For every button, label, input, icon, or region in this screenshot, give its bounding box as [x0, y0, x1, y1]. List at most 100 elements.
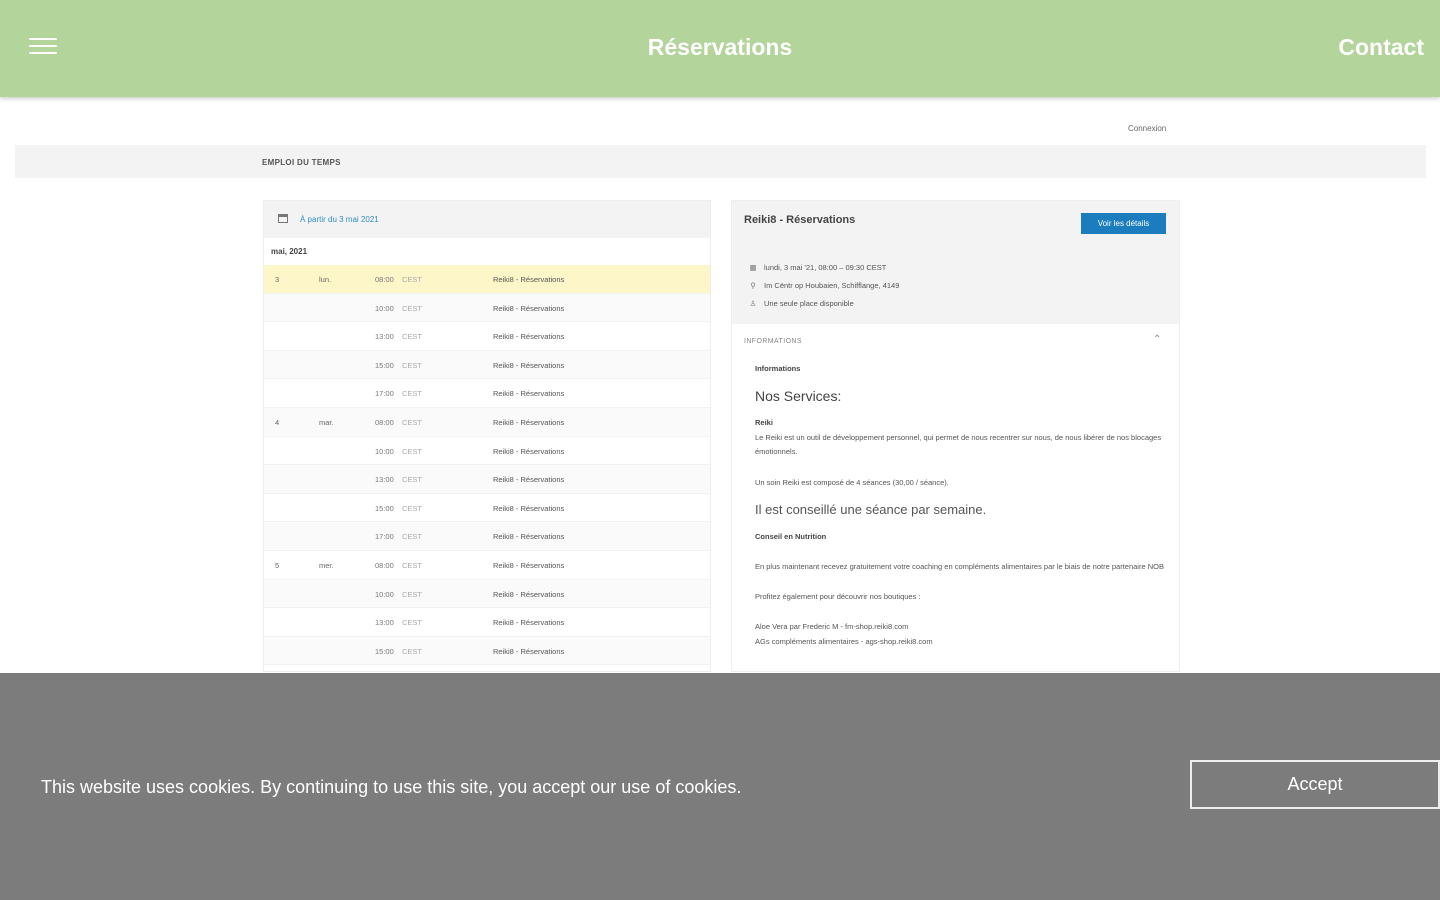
row-timezone: CEST: [402, 332, 423, 342]
accept-cookies-button[interactable]: Accept: [1190, 760, 1440, 809]
app-header: Réservations Contact: [0, 0, 1440, 97]
row-time: 15:00: [375, 360, 394, 370]
row-timezone: CEST: [402, 303, 423, 313]
soin-text: Un soin Reiki est composé de 4 séances (…: [755, 478, 949, 487]
page-title: Réservations: [647, 34, 793, 60]
row-timezone-wrap: CEST: [399, 332, 422, 341]
row-time: 17:00: [375, 389, 394, 399]
schedule-row[interactable]: 15:00 CEST Reiki8 - Réservations: [264, 350, 710, 380]
schedule-row[interactable]: 10:00 CEST Reiki8 - Réservations: [264, 437, 710, 466]
row-timezone-wrap: CEST: [399, 504, 422, 513]
row-time: 13:00: [375, 475, 394, 485]
row-weekday: mer.: [319, 560, 334, 570]
row-timezone-wrap: CEST: [399, 304, 422, 313]
schedule-row[interactable]: 15:00 CEST Reiki8 - Réservations: [264, 636, 710, 666]
row-time: 15:00: [375, 646, 394, 656]
schedule-row[interactable]: 13:00 CEST Reiki8 - Réservations: [264, 608, 710, 637]
contact-link[interactable]: Contact: [1338, 34, 1424, 61]
row-timezone-wrap: CEST: [399, 361, 422, 370]
schedule-list: 3 lun. 08:00 CEST Reiki8 - Réservations 10:00…: [264, 265, 710, 666]
row-event: Reiki8 - Réservations: [493, 646, 565, 656]
event-datetime: ▦ lundi, 3 mai '21, 08:00 – 09:30 CEST: [749, 263, 887, 272]
row-event: Reiki8 - Réservations: [493, 503, 565, 513]
aloe-shop-link[interactable]: Aloe Vera par Frederic M - fm-shop.reiki…: [755, 620, 1165, 634]
row-timezone: CEST: [402, 589, 423, 599]
row-timezone: CEST: [402, 646, 423, 656]
row-timezone: CEST: [402, 618, 423, 628]
event-detail-header: Reiki8 - Réservations Voir les détails ▦…: [732, 201, 1179, 324]
schedule-row[interactable]: 4 mar. 08:00 CEST Reiki8 - Réservations: [264, 407, 710, 437]
ags-shop-link[interactable]: AGs compléments alimentaires - ags-shop.…: [755, 635, 1165, 649]
row-timezone: CEST: [402, 503, 423, 513]
row-timezone: CEST: [402, 532, 423, 542]
schedule-row[interactable]: 17:00 CEST Reiki8 - Réservations: [264, 522, 710, 551]
schedule-row[interactable]: 13:00 CEST Reiki8 - Réservations: [264, 322, 710, 351]
row-time: 08:00: [375, 275, 394, 284]
view-details-button[interactable]: Voir les détails: [1081, 213, 1166, 234]
row-time: 08:00: [375, 560, 394, 570]
login-link[interactable]: Connexion: [1128, 124, 1166, 133]
reiki-text: Le Reiki est un outil de développement p…: [755, 433, 1162, 456]
row-time: 13:00: [375, 618, 394, 628]
row-time: 10:00: [375, 303, 394, 313]
schedule-panel: À partir du 3 mai 2021 mai, 2021 3 lun. 08…: [263, 200, 711, 672]
row-time: 10:00: [375, 446, 394, 456]
row-timezone-wrap: CEST: [399, 532, 422, 541]
row-event: Reiki8 - Réservations: [493, 332, 565, 342]
row-day: 4: [275, 417, 280, 427]
accordion-label[interactable]: INFORMATIONS: [744, 338, 802, 345]
row-timezone-wrap: CEST: [399, 618, 422, 627]
event-detail-panel: Reiki8 - Réservations Voir les détails ▦…: [731, 200, 1180, 672]
row-weekday: mar.: [319, 417, 334, 427]
schedule-header: À partir du 3 mai 2021: [264, 201, 710, 238]
schedule-row[interactable]: 13:00 CEST Reiki8 - Réservations: [264, 465, 710, 494]
nutrition-label: Conseil en Nutrition: [755, 532, 827, 541]
row-timezone-wrap: CEST: [399, 647, 422, 656]
schedule-row[interactable]: 5 mer. 08:00 CEST Reiki8 - Réservations: [264, 551, 710, 580]
row-event: Reiki8 - Réservations: [493, 417, 565, 427]
section-bar: EMPLOI DU TEMPS: [15, 145, 1426, 178]
row-timezone-wrap: CEST: [399, 590, 422, 599]
row-event: Reiki8 - Réservations: [493, 360, 565, 370]
schedule-row[interactable]: 10:00 CEST Reiki8 - Réservations: [264, 293, 710, 323]
schedule-row[interactable]: 17:00 CEST Reiki8 - Réservations: [264, 379, 710, 408]
row-event: Reiki8 - Réservations: [493, 532, 565, 542]
cookie-message: This website uses cookies. By continuing…: [41, 777, 742, 797]
row-event: Reiki8 - Réservations: [493, 475, 565, 485]
row-timezone-wrap: CEST: [399, 561, 422, 570]
row-event: Reiki8 - Réservations: [493, 589, 565, 599]
schedule-row[interactable]: 10:00 CEST Reiki8 - Réservations: [264, 579, 710, 609]
row-event: Reiki8 - Réservations: [493, 446, 565, 456]
calendar-icon: [278, 214, 288, 223]
schedule-row[interactable]: 15:00 CEST Reiki8 - Réservations: [264, 494, 710, 523]
calendar-icon: ▦: [749, 263, 757, 272]
event-availability: ♙ Une seule place disponible: [749, 299, 854, 308]
row-timezone-wrap: CEST: [399, 475, 422, 484]
advice-text: Il est conseillé une séance par semaine.: [755, 502, 987, 517]
month-label: mai, 2021: [271, 247, 308, 256]
row-timezone-wrap: CEST: [399, 418, 422, 427]
info-heading: Informations: [755, 364, 801, 373]
row-timezone: CEST: [402, 275, 423, 284]
row-weekday: lun.: [319, 275, 332, 284]
row-timezone: CEST: [402, 360, 423, 370]
reiki-label: Reiki: [755, 418, 773, 427]
nutrition-text: En plus maintenant recevez gratuitement …: [755, 562, 1164, 571]
cookie-banner: This website uses cookies. By continuing…: [0, 673, 1440, 900]
row-timezone: CEST: [402, 475, 423, 485]
row-time: 17:00: [375, 532, 394, 542]
row-event: Reiki8 - Réservations: [493, 275, 565, 284]
event-title: Reiki8 - Réservations: [744, 214, 856, 226]
row-timezone-wrap: CEST: [399, 447, 422, 456]
location-pin-icon: ⚲: [750, 281, 756, 290]
schedule-row[interactable]: 3 lun. 08:00 CEST Reiki8 - Réservations: [264, 265, 710, 294]
date-picker-link[interactable]: À partir du 3 mai 2021: [300, 215, 379, 224]
chevron-up-icon[interactable]: ⌃: [1153, 334, 1161, 345]
row-time: 15:00: [375, 503, 394, 513]
row-day: 3: [275, 275, 280, 284]
row-timezone-wrap: CEST: [399, 389, 422, 398]
row-event: Reiki8 - Réservations: [493, 303, 565, 313]
services-heading: Nos Services:: [755, 388, 842, 404]
row-time: 13:00: [375, 332, 394, 342]
row-event: Reiki8 - Réservations: [493, 618, 565, 628]
